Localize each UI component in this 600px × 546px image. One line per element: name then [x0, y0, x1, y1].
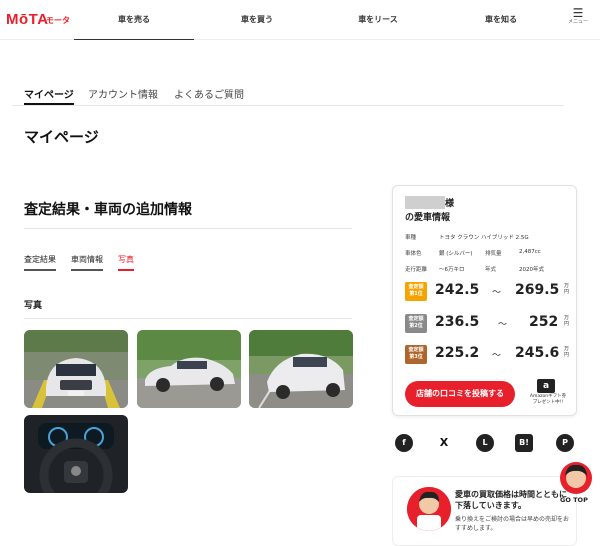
tabs-divider — [12, 105, 564, 106]
logo-subtitle: モータ — [46, 16, 70, 25]
honorific: 様 — [445, 199, 455, 209]
car-photo-side[interactable] — [137, 330, 241, 408]
rank-2-badge: 査定額 第2位 — [405, 314, 427, 333]
car-photo-interior[interactable] — [24, 415, 128, 493]
rank-3-max-price: 245.6 — [515, 345, 560, 361]
tab-faq[interactable]: よくあるご質問 — [174, 86, 244, 105]
rank-1-max-price: 269.5 — [515, 282, 560, 298]
nav-lease-car[interactable]: 車をリース — [318, 0, 438, 40]
tab-mypage[interactable]: マイページ — [24, 86, 74, 105]
rank-2-min-price: 236.5 — [435, 314, 480, 330]
site-header: MōTA モータ 車を売る 車を買う 車をリース 車を知る ☰ メニュー — [0, 0, 600, 40]
pinterest-icon[interactable]: P — [556, 434, 574, 452]
sell-promo-banner[interactable]: 愛車の買取価格は時間とともに下落していきます。 乗り換えをご検討の場合は早めの売… — [392, 476, 577, 546]
photos-heading: 写真 — [24, 301, 43, 311]
facebook-icon[interactable]: f — [395, 434, 413, 452]
spec-mileage-value: 〜6万キロ — [439, 267, 465, 273]
page-title: マイページ — [24, 128, 99, 146]
masked-user-name — [405, 196, 445, 209]
mota-logo[interactable]: MōTA — [6, 11, 49, 28]
subtab-vehicle-info[interactable]: 車両情報 — [71, 254, 103, 271]
amazon-gift-text[interactable]: Amazonギフト券 プレゼント中!! — [519, 394, 577, 406]
go-top-label: GO TOP — [560, 496, 588, 504]
rank-3-tilde: 〜 — [492, 351, 502, 361]
spec-displacement-label: 排気量 — [485, 251, 502, 257]
mascot-go-top-icon — [560, 462, 592, 494]
rank-1-unit: 万円 — [564, 283, 570, 295]
spec-mileage-label: 走行距離 — [405, 267, 428, 273]
rank-3-badge: 査定額 第3位 — [405, 345, 427, 364]
x-icon[interactable]: X — [435, 434, 453, 452]
nav-learn-car[interactable]: 車を知る — [441, 0, 561, 40]
spec-displacement-value: 2,487cc — [519, 249, 541, 255]
subtab-photos[interactable]: 写真 — [118, 254, 134, 271]
spec-color-label: 車体色 — [405, 251, 422, 257]
section-divider — [24, 228, 352, 229]
nav-sell-car[interactable]: 車を売る — [74, 0, 194, 40]
rank-1-badge: 査定額 第1位 — [405, 282, 427, 301]
rank-1-min-price: 242.5 — [435, 282, 480, 298]
promo-body: 乗り換えをご検討の場合は早めの売却をおすすめします。 — [455, 516, 570, 532]
go-top-button[interactable]: GO TOP — [556, 460, 596, 508]
amazon-icon[interactable]: a — [537, 379, 555, 393]
rank-2-tilde: 〜 — [498, 320, 508, 330]
tab-account-info[interactable]: アカウント情報 — [88, 86, 158, 105]
spec-model-label: 車種 — [405, 235, 417, 241]
section-title: 査定結果・車両の追加情報 — [24, 202, 192, 218]
photos-divider — [24, 318, 352, 319]
rank-3-unit: 万円 — [564, 346, 570, 358]
line-icon[interactable]: L — [476, 434, 494, 452]
rank-3-min-price: 225.2 — [435, 345, 480, 361]
rank-2-max-price: 252 — [529, 314, 559, 330]
car-photo-front[interactable] — [24, 330, 128, 408]
hatena-icon[interactable]: B! — [515, 434, 533, 452]
rank-2-unit: 万円 — [564, 315, 570, 327]
mascot-avatar — [407, 487, 451, 531]
car-photo-rear[interactable] — [249, 330, 353, 408]
subtab-appraisal-result[interactable]: 査定結果 — [24, 254, 56, 271]
menu-label: メニュー — [567, 19, 588, 25]
spec-year-value: 2020年式 — [519, 267, 544, 273]
card-title: の愛車情報 — [405, 213, 451, 223]
spec-year-label: 年式 — [485, 267, 497, 273]
car-info-card: 様 の愛車情報 車種 トヨタ クラウン ハイブリッド 2.5G 車体色 銀 (シ… — [392, 185, 577, 416]
menu-button[interactable]: ☰ メニュー — [565, 6, 591, 25]
promo-headline: 愛車の買取価格は時間とともに下落していきます。 — [455, 490, 567, 510]
hamburger-icon: ☰ — [572, 6, 584, 20]
spec-color-value: 銀 (シルバー) — [439, 251, 473, 257]
post-review-button[interactable]: 店舗の口コミを投稿する — [405, 381, 515, 407]
spec-model-value: トヨタ クラウン ハイブリッド 2.5G — [439, 235, 529, 241]
nav-buy-car[interactable]: 車を買う — [197, 0, 317, 40]
rank-1-tilde: 〜 — [492, 288, 502, 298]
